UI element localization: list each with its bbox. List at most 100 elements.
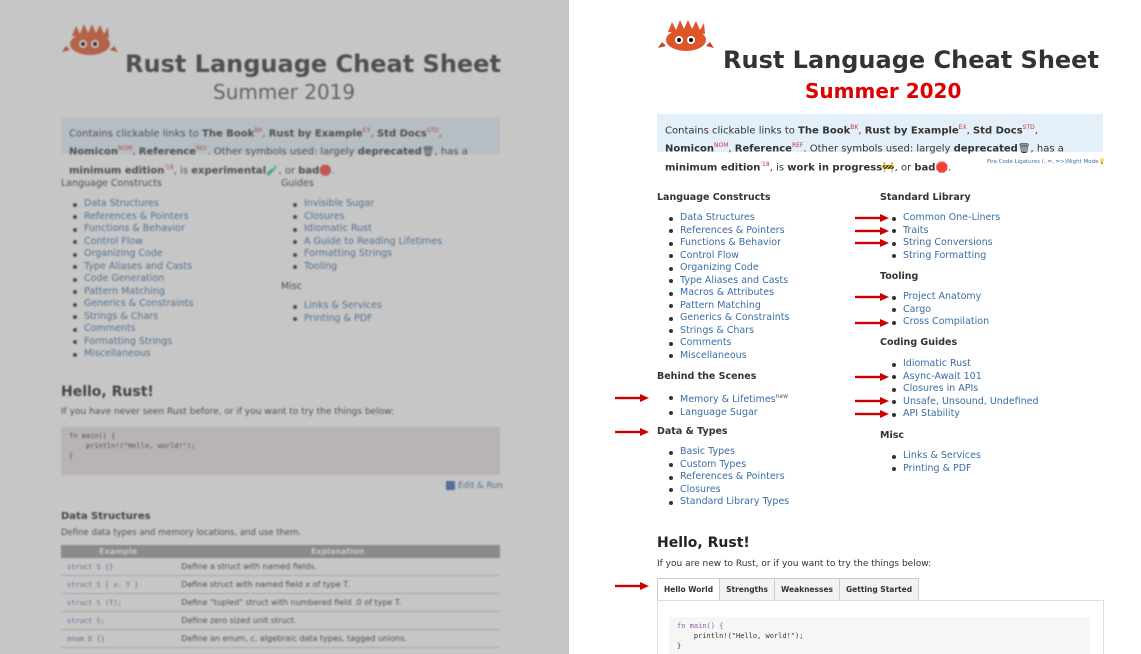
page-title: Rust Language Cheat Sheet xyxy=(723,46,1099,74)
tab-strengths[interactable]: Strengths xyxy=(719,578,775,600)
left-guides-item[interactable]: Tooling xyxy=(290,261,442,274)
left-hello-heading: Hello, Rust! xyxy=(61,384,154,400)
left-lang-item[interactable]: Control Flow xyxy=(70,236,193,249)
tooling-item[interactable]: Cross Compilation xyxy=(889,316,989,329)
page-title: Rust Language Cheat Sheet xyxy=(125,50,501,78)
left-lang-item[interactable]: Data Structures xyxy=(70,198,193,211)
fira-code-toggle[interactable]: Fira Code Ligatures (..=, =>) xyxy=(987,159,1067,165)
tooling-heading: Tooling xyxy=(880,271,919,282)
wip-icon: 🚧 xyxy=(882,161,895,173)
reference-link[interactable]: Reference xyxy=(735,144,792,155)
table-header: Explanation xyxy=(175,545,500,558)
coding-guides-item[interactable]: Unsafe, Unsound, Undefined xyxy=(889,396,1039,409)
edit-run-button[interactable]: Edit & Run xyxy=(446,481,503,491)
left-guides-item[interactable]: Formatting Strings xyxy=(290,248,442,261)
left-panel-2019: Rust Language Cheat Sheet Summer 2019 Co… xyxy=(0,0,569,654)
example-cell: struct S (T); xyxy=(61,593,176,612)
left-lang-item[interactable]: Type Aliases and Casts xyxy=(70,261,193,274)
left-guides-list: Invisible Sugar Closures Idiomatic Rust A G… xyxy=(290,198,442,273)
behind-scenes-item[interactable]: Language Sugar xyxy=(666,407,788,420)
left-lang-item[interactable]: Code Generation xyxy=(70,273,193,286)
table-row: struct S {} Define a struct with named fi… xyxy=(61,558,500,576)
left-lang-list: Data Structures References & Pointers Func… xyxy=(70,198,193,361)
tooling-item[interactable]: Project Anatomy xyxy=(889,291,989,304)
data-types-heading: Data & Types xyxy=(657,426,728,437)
left-guides-item[interactable]: Closures xyxy=(290,211,442,224)
lang-constructs-item[interactable]: Pattern Matching xyxy=(666,300,789,313)
behind-scenes-list: Memory & Lifetimesnew Language Sugar xyxy=(666,391,788,419)
left-guides-item[interactable]: A Guide to Reading Lifetimes xyxy=(290,236,442,249)
experimental-icon: 🧪 xyxy=(266,164,279,176)
left-lang-item[interactable]: Functions & Behavior xyxy=(70,223,193,236)
stdlib-item[interactable]: String Formatting xyxy=(889,250,1000,263)
table-row: struct S; Define zero sized unit struct. xyxy=(61,611,500,630)
table-row: struct S { x: T } Define struct with name… xyxy=(61,575,500,594)
left-misc-item[interactable]: Printing & PDF xyxy=(290,313,382,326)
std-docs-link[interactable]: Std Docs xyxy=(973,125,1023,136)
explanation-cell: Define struct with named field x of type… xyxy=(175,575,500,594)
tab-getting-started[interactable]: Getting Started xyxy=(839,578,920,600)
tab-weaknesses[interactable]: Weaknesses xyxy=(773,578,840,600)
nomicon-link[interactable]: Nomicon xyxy=(69,147,118,158)
left-guides-item[interactable]: Invisible Sugar xyxy=(290,198,442,211)
lang-constructs-item[interactable]: Functions & Behavior xyxy=(666,237,789,250)
coding-guides-item[interactable]: Idiomatic Rust xyxy=(889,358,1039,371)
book-link[interactable]: The Book xyxy=(798,125,850,136)
tab-hello-world[interactable]: Hello World xyxy=(657,578,721,600)
book-link[interactable]: The Book xyxy=(202,128,254,139)
left-lang-item[interactable]: Miscellaneous xyxy=(70,348,193,361)
data-types-item[interactable]: Standard Library Types xyxy=(666,496,789,509)
lang-constructs-item[interactable]: Control Flow xyxy=(666,250,789,263)
lang-constructs-item[interactable]: Macros & Attributes xyxy=(666,287,789,300)
ferris-crab-icon xyxy=(658,18,714,54)
stdlib-item[interactable]: Traits xyxy=(889,225,1000,238)
left-lang-item[interactable]: References & Pointers xyxy=(70,211,193,224)
tooling-item[interactable]: Cargo xyxy=(889,304,989,317)
lang-constructs-item[interactable]: Data Structures xyxy=(666,212,789,225)
data-types-item[interactable]: References & Pointers xyxy=(666,471,789,484)
lang-constructs-item[interactable]: Organizing Code xyxy=(666,262,789,275)
left-lang-item[interactable]: Generics & Constraints xyxy=(70,298,193,311)
std-docs-link[interactable]: Std Docs xyxy=(377,128,427,139)
nomicon-link[interactable]: Nomicon xyxy=(665,144,714,155)
data-types-item[interactable]: Custom Types xyxy=(666,459,789,472)
misc-item[interactable]: Printing & PDF xyxy=(889,463,981,476)
explanation-cell: Define a struct with named fields. xyxy=(175,558,500,576)
left-ds-text: Define data types and memory locations, … xyxy=(61,528,302,538)
left-ds-heading: Data Structures xyxy=(61,511,151,522)
lang-constructs-item[interactable]: Comments xyxy=(666,337,789,350)
stdlib-item[interactable]: Common One-Liners xyxy=(889,212,1000,225)
coding-guides-item[interactable]: API Stability xyxy=(889,408,1039,421)
left-lang-item[interactable]: Formatting Strings xyxy=(70,336,193,349)
lang-constructs-item[interactable]: Strings & Chars xyxy=(666,325,789,338)
stdlib-item[interactable]: String Conversions xyxy=(889,237,1000,250)
night-mode-toggle[interactable]: Night Mode💡 xyxy=(1067,159,1105,165)
left-guides-item[interactable]: Idiomatic Rust xyxy=(290,223,442,236)
bad-icon: 🛑 xyxy=(319,164,332,176)
data-types-item[interactable]: Closures xyxy=(666,484,789,497)
explanation-cell: Define an enum, c. algebraic data types,… xyxy=(175,629,500,648)
coding-guides-item[interactable]: Closures in APIs xyxy=(889,383,1039,396)
left-lang-item[interactable]: Strings & Chars xyxy=(70,311,193,324)
rbe-link[interactable]: Rust by Example xyxy=(865,125,959,136)
data-types-item[interactable]: Basic Types xyxy=(666,446,789,459)
left-lang-item[interactable]: Pattern Matching xyxy=(70,286,193,299)
misc-heading: Misc xyxy=(880,430,904,441)
hello-tabs: Hello World Strengths Weaknesses Getting St… xyxy=(657,578,920,600)
rbe-link[interactable]: Rust by Example xyxy=(269,128,363,139)
coding-guides-item[interactable]: Async-Await 101 xyxy=(889,371,1039,384)
left-lang-item[interactable]: Organizing Code xyxy=(70,248,193,261)
lang-constructs-item[interactable]: Miscellaneous xyxy=(666,350,789,363)
left-misc-item[interactable]: Links & Services xyxy=(290,300,382,313)
data-types-list: Basic Types Custom Types References & Poin… xyxy=(666,446,789,509)
reference-link[interactable]: Reference xyxy=(139,147,196,158)
left-code-block: fn main() { println!("Hello, world!"); } xyxy=(61,427,500,475)
lang-constructs-item[interactable]: Generics & Constraints xyxy=(666,312,789,325)
left-lang-item[interactable]: Comments xyxy=(70,323,193,336)
behind-scenes-item[interactable]: Memory & Lifetimesnew xyxy=(666,391,788,407)
lang-constructs-item[interactable]: Type Aliases and Casts xyxy=(666,275,789,288)
left-guides-heading: Guides xyxy=(281,178,314,189)
lang-constructs-item[interactable]: References & Pointers xyxy=(666,225,789,238)
coding-guides-list: Idiomatic Rust Async-Await 101 Closures in… xyxy=(889,358,1039,421)
misc-item[interactable]: Links & Services xyxy=(889,450,981,463)
